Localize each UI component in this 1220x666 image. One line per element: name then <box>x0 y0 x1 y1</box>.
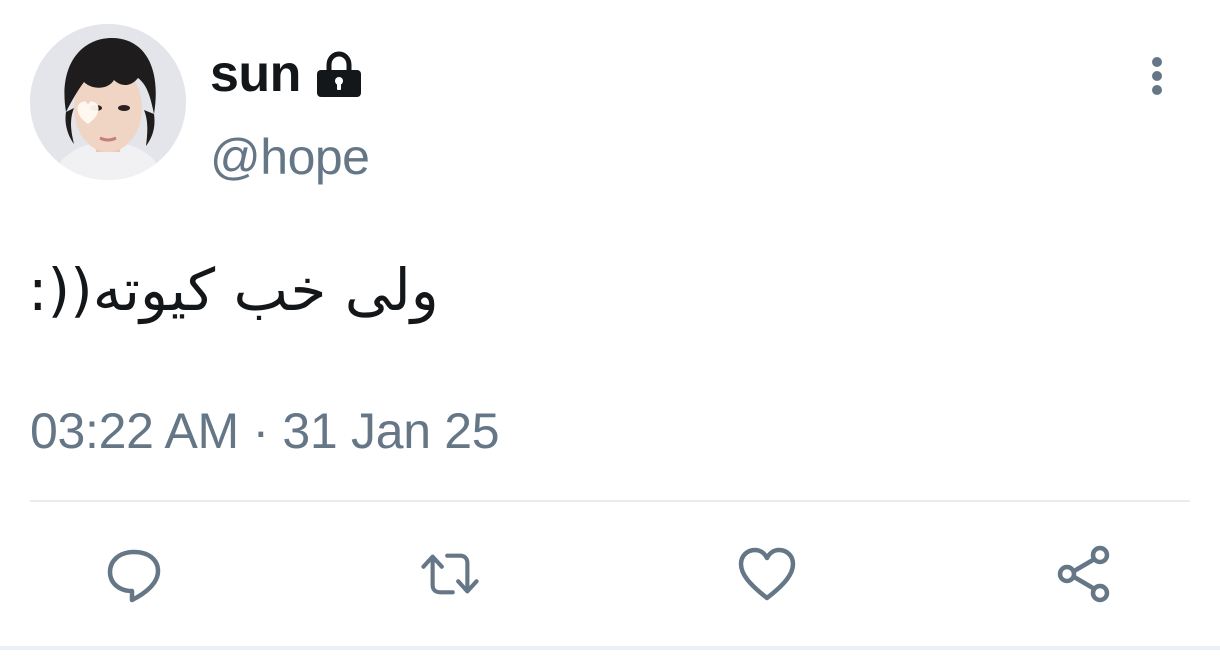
lock-icon <box>315 51 363 99</box>
heart-icon <box>738 547 796 601</box>
vertical-ellipsis-icon <box>1152 57 1162 95</box>
tweet-card: sun @hope ولی خب کیوته((: 03:22 AM · 31 … <box>0 0 1220 666</box>
tweet-timestamp[interactable]: 03:22 AM · 31 Jan 25 <box>30 402 500 460</box>
like-button[interactable] <box>735 542 799 606</box>
bottom-border <box>0 646 1220 650</box>
share-button[interactable] <box>1052 542 1116 606</box>
speech-bubble-icon <box>107 549 161 603</box>
divider <box>30 500 1190 502</box>
display-name[interactable]: sun <box>210 44 301 104</box>
avatar-image <box>30 24 186 180</box>
retweet-arrows-icon <box>421 553 479 595</box>
retweet-button[interactable] <box>418 542 482 606</box>
share-nodes-icon <box>1057 545 1110 603</box>
more-options-button[interactable] <box>1140 52 1174 100</box>
display-name-row: sun <box>210 42 363 106</box>
tweet-text: ولی خب کیوته((: <box>28 250 508 330</box>
tweet-text-content: ولی خب کیوته((: <box>28 256 439 324</box>
avatar[interactable] <box>30 24 186 180</box>
user-handle[interactable]: @hope <box>210 128 370 186</box>
reply-button[interactable] <box>102 542 166 606</box>
